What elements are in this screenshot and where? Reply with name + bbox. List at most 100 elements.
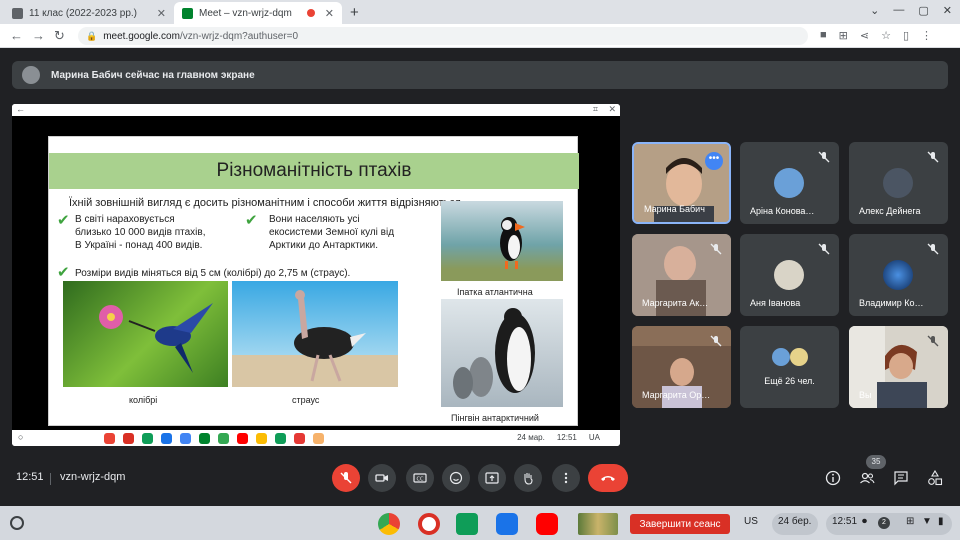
participant-tile[interactable]: Владимир Ко… (849, 234, 948, 316)
files-icon (161, 433, 172, 444)
files-icon[interactable] (496, 513, 518, 535)
url-input[interactable]: 🔒 meet.google.com/vzn-wrjz-dqm?authuser=… (78, 27, 808, 45)
notification-count: 2 (878, 517, 890, 529)
presenter-banner: Марина Бабич сейчас на главном экране (12, 61, 948, 89)
chrome-icon (104, 433, 115, 444)
meeting-info-button[interactable] (823, 468, 843, 488)
avatar (774, 168, 804, 198)
chat-icon (894, 471, 908, 486)
participant-tile[interactable]: Аріна Конова… (740, 142, 839, 224)
people-icon (860, 472, 875, 484)
present-button[interactable] (478, 464, 506, 492)
others-tile[interactable]: Ещё 26 чел. (740, 326, 839, 408)
url-path: /vzn-wrjz-dqm?authuser=0 (179, 30, 299, 42)
chrome-icon[interactable] (378, 513, 400, 535)
back-icon: ← (16, 104, 25, 114)
participant-tile[interactable]: Маргарита Ак… (632, 234, 731, 316)
end-session-button[interactable]: Завершити сеанс (630, 514, 730, 534)
participant-name: Маргарита Ор… (642, 390, 711, 400)
mic-off-icon (709, 334, 723, 348)
more-options-button[interactable] (552, 464, 580, 492)
address-toolbar: ← → ↻ 🔒 meet.google.com/vzn-wrjz-dqm?aut… (0, 24, 960, 48)
chat-button[interactable] (891, 468, 911, 488)
hand-icon (524, 473, 533, 485)
lock-icon: 🔒 (86, 30, 98, 41)
banner-text: Марина Бабич сейчас на главном экране (51, 69, 255, 81)
slide-point-1: В світі нараховується близько 10 000 вид… (75, 214, 206, 251)
participant-name: Маргарита Ак… (642, 298, 709, 308)
classroom-icon (142, 433, 153, 444)
back-icon[interactable]: ← (10, 28, 23, 43)
star-icon[interactable]: ☆ (881, 29, 891, 42)
emoji-icon (449, 471, 463, 485)
play-icon (218, 433, 229, 444)
avatar (774, 260, 804, 290)
meeting-time: 12:51 (16, 471, 44, 483)
captions-button[interactable]: CC (406, 464, 434, 492)
gmail-icon (123, 433, 134, 444)
classroom-icon[interactable] (456, 513, 478, 535)
shared-screen-apps (104, 433, 324, 444)
network-icon: ⊞ (906, 516, 915, 527)
forward-icon[interactable]: → (32, 28, 45, 43)
window-thumbnail[interactable] (578, 513, 618, 535)
chevron-down-icon[interactable]: ⌄ (870, 4, 879, 17)
avatar (883, 260, 913, 290)
participant-name: Алекс Дейнега (859, 206, 921, 216)
participant-name: Вы (859, 390, 872, 400)
tab-title: 11 клас (2022-2023 рр.) (29, 7, 137, 19)
close-icon[interactable]: ✕ (157, 7, 166, 20)
avatar (772, 348, 790, 366)
activities-button[interactable] (925, 468, 945, 488)
slide-point-2: Вони населяють усі екосистеми Земної кул… (269, 214, 395, 251)
new-tab-button[interactable]: + (350, 4, 359, 21)
tab-meet[interactable]: Meet – vzn-wrjz-dqm ✕ (174, 2, 342, 24)
recording-icon (306, 9, 315, 17)
tab-classroom[interactable]: 11 клас (2022-2023 рр.) ✕ (4, 2, 174, 24)
shared-screen-titlebar: ← ⌗ ✕ (12, 104, 620, 116)
close-icon[interactable]: ✕ (325, 7, 334, 20)
sidepanel-icon[interactable]: ▯ (903, 29, 909, 42)
browser-tab-strip: 11 клас (2022-2023 рр.) ✕ Meet – vzn-wrj… (0, 0, 960, 24)
menu-icon[interactable]: ⋮ (921, 29, 932, 42)
more-options-icon[interactable]: ••• (705, 152, 723, 170)
info-icon (825, 470, 841, 486)
participant-tile[interactable]: Маргарита Ор… (632, 326, 731, 408)
mic-off-icon (926, 242, 940, 256)
keyboard-layout[interactable]: US (744, 516, 758, 527)
mic-toggle-button[interactable] (332, 464, 360, 492)
reactions-button[interactable] (442, 464, 470, 492)
participants-button[interactable] (857, 468, 877, 488)
check-icon: ✔ (245, 212, 258, 229)
app-icon (313, 433, 324, 444)
more-vert-icon (564, 472, 568, 484)
participant-tile[interactable]: Аня Іванова (740, 234, 839, 316)
camera-icon (375, 474, 388, 482)
status-time: 12:51 (556, 433, 577, 442)
photos-icon (256, 433, 267, 444)
participant-name: Аріна Конова… (750, 206, 815, 216)
window-controls: ⌄ — ▢ ✕ (870, 4, 952, 17)
gmail-icon[interactable] (418, 513, 440, 535)
self-tile[interactable]: Вы (849, 326, 948, 408)
close-icon[interactable]: ✕ (943, 4, 952, 17)
share-icon[interactable]: ⋖ (860, 29, 869, 42)
launcher-button[interactable] (10, 516, 24, 530)
youtube-icon[interactable] (536, 513, 558, 535)
maximize-icon[interactable]: ▢ (918, 4, 928, 17)
raise-hand-button[interactable] (514, 464, 542, 492)
shapes-icon (928, 470, 943, 486)
youtube-icon (237, 433, 248, 444)
reload-icon[interactable]: ↻ (54, 28, 65, 44)
translate-icon[interactable]: ⊞ (839, 29, 848, 42)
participant-tile[interactable]: Алекс Дейнега (849, 142, 948, 224)
hang-up-icon (601, 476, 615, 481)
slide-subtitle: Їхній зовнішній вигляд є досить різноман… (69, 197, 464, 209)
leave-call-button[interactable] (588, 464, 628, 492)
avatar (22, 66, 40, 84)
camera-icon[interactable]: ■ (820, 29, 827, 42)
participant-tile[interactable]: ••• Марина Бабич (632, 142, 731, 224)
camera-toggle-button[interactable] (368, 464, 396, 492)
minimize-icon[interactable]: — (893, 4, 904, 17)
avatar (790, 348, 808, 366)
